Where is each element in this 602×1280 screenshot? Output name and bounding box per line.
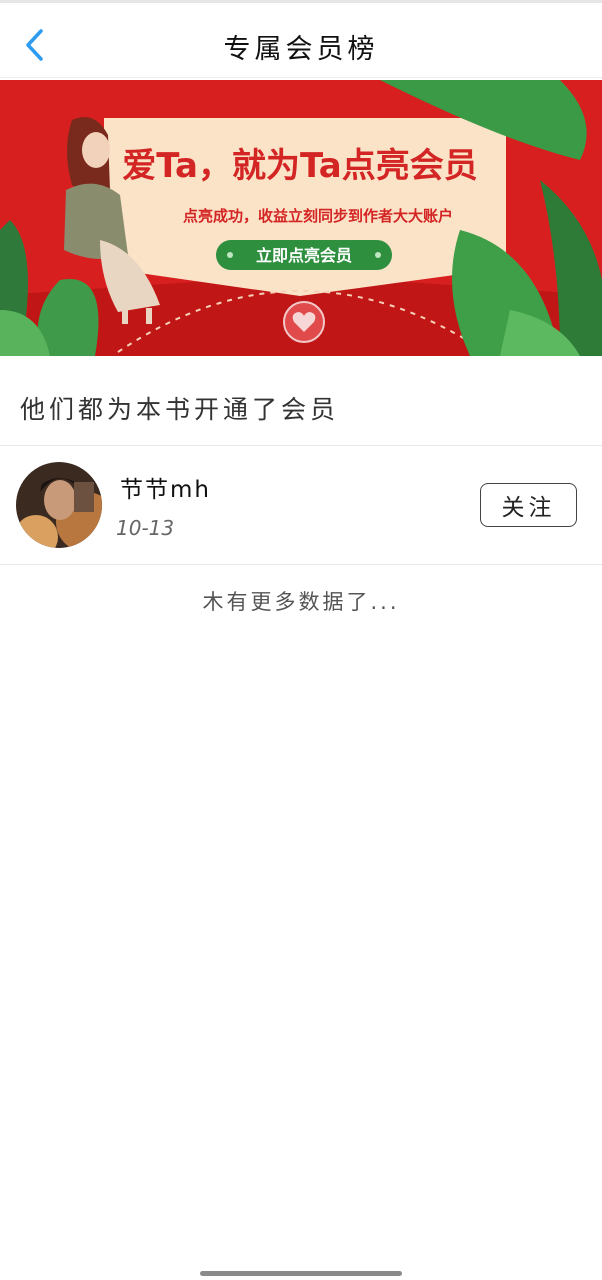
- member-list-item[interactable]: 节节mh 10-13 关注: [0, 446, 602, 564]
- vip-promo-banner[interactable]: 爱Ta，就为Ta点亮会员 点亮成功，收益立刻同步到作者大大账户 立即点亮会员: [0, 80, 602, 356]
- banner-cta-label: 立即点亮会员: [256, 246, 352, 265]
- page-title: 专属会员榜: [223, 34, 379, 65]
- banner-headline: 爱Ta，就为Ta点亮会员: [122, 146, 478, 186]
- follow-button[interactable]: 关注: [480, 483, 577, 527]
- no-more-data-text: 木有更多数据了...: [202, 590, 400, 614]
- member-name[interactable]: 节节mh: [120, 470, 211, 504]
- avatar[interactable]: [16, 462, 102, 548]
- banner-subline: 点亮成功，收益立刻同步到作者大大账户: [183, 207, 453, 225]
- member-date: 10-13: [116, 516, 175, 540]
- home-indicator[interactable]: [200, 1271, 402, 1276]
- section-title: 他们都为本书开通了会员: [20, 395, 340, 424]
- top-nav-bar: 专属会员榜: [0, 0, 602, 78]
- divider: [0, 564, 602, 565]
- heart-seal-icon: [283, 301, 325, 343]
